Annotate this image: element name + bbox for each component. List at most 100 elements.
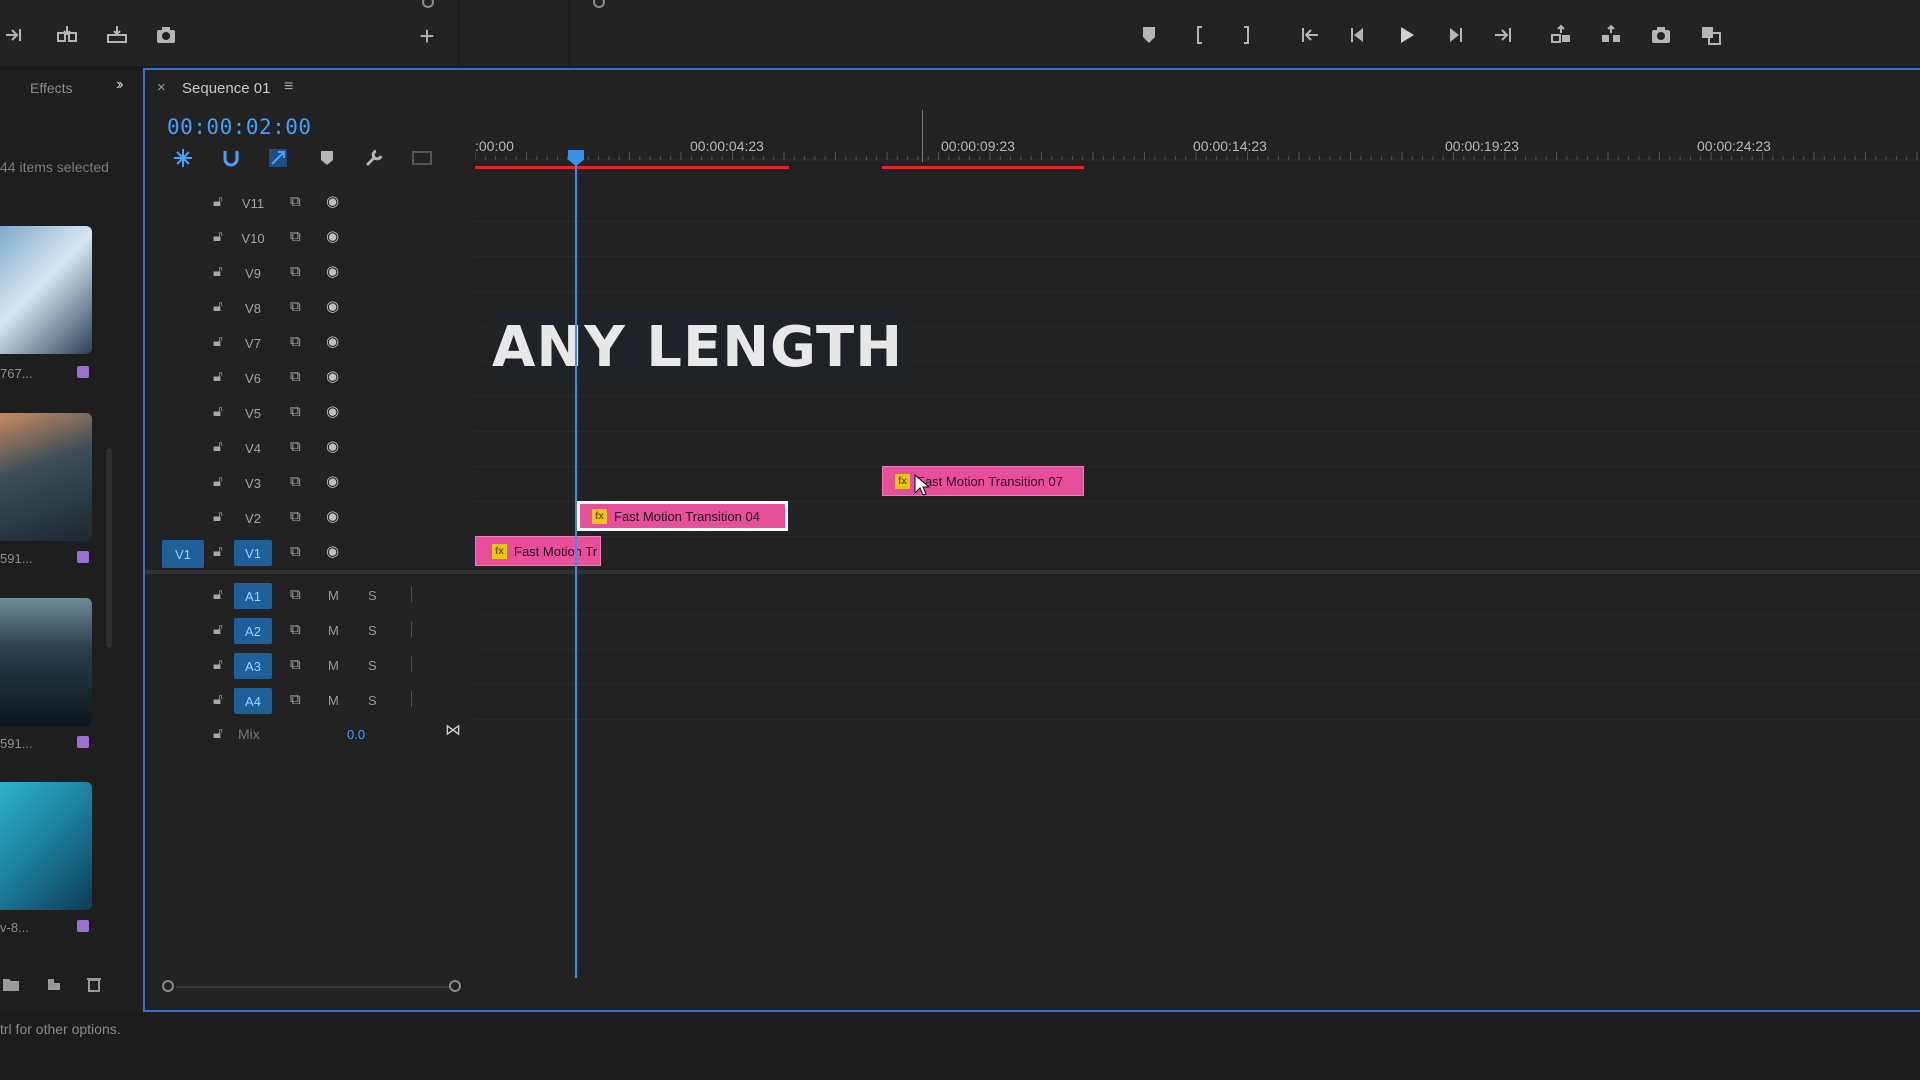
lift-icon[interactable] [1547,21,1575,49]
add-marker-icon[interactable] [314,145,340,171]
play-icon[interactable] [1392,21,1420,49]
sync-lock-icon[interactable]: ⧉ [290,438,301,455]
media-thumbnail[interactable] [0,413,92,541]
lock-icon[interactable]: 🔓︎ [213,193,223,210]
lock-icon[interactable]: 🔓︎ [213,403,223,420]
track-name-v7[interactable]: V7 [234,330,272,356]
sync-lock-icon[interactable]: ⧉ [290,333,301,350]
track-name-a3[interactable]: A3 [234,653,272,679]
sync-lock-icon[interactable]: ⧉ [290,228,301,245]
tab-sequence[interactable]: Sequence 01 [182,80,270,97]
tab-effects[interactable]: Effects [30,80,73,96]
nest-sequence-icon[interactable] [170,145,196,171]
mute-button[interactable]: M [328,588,339,603]
sync-lock-icon[interactable]: ⧉ [290,508,301,525]
zoom-handle-left[interactable] [162,980,174,992]
eye-icon[interactable]: ◉ [326,542,339,560]
track-name-a2[interactable]: A2 [234,618,272,644]
snap-icon[interactable] [218,145,244,171]
mic-icon[interactable]: │ [408,586,416,601]
lock-icon[interactable]: 🔓︎ [213,656,223,673]
eye-icon[interactable]: ◉ [326,402,339,420]
add-button-icon[interactable]: + [413,21,441,51]
close-tab-icon[interactable]: × [157,79,166,96]
go-to-in-icon[interactable] [1296,21,1324,49]
eye-icon[interactable]: ◉ [326,297,339,315]
clip-fast-motion-transition-07[interactable]: fx Fast Motion Transition 07 [882,466,1084,496]
lock-icon[interactable]: 🔓︎ [213,473,223,490]
playhead-line[interactable] [575,160,577,978]
sync-lock-icon[interactable]: ⧉ [290,586,301,603]
track-name-v11[interactable]: V11 [234,190,272,216]
track-name-v4[interactable]: V4 [234,435,272,461]
sync-lock-icon[interactable]: ⧉ [290,473,301,490]
eye-icon[interactable]: ◉ [326,192,339,210]
mix-toggle-icon[interactable]: ⋈ [445,720,461,740]
mic-icon[interactable]: │ [408,656,416,671]
track-name-v5[interactable]: V5 [234,400,272,426]
source-patch-v1[interactable]: V1 [162,540,204,568]
eye-icon[interactable]: ◉ [326,262,339,280]
lock-icon[interactable]: 🔓︎ [213,543,223,560]
eye-icon[interactable]: ◉ [326,367,339,385]
solo-button[interactable]: S [368,693,377,708]
track-name-v6[interactable]: V6 [234,365,272,391]
sync-lock-icon[interactable]: ⧉ [290,368,301,385]
lock-icon[interactable]: 🔓︎ [213,508,223,525]
program-scrub-knob[interactable] [593,0,605,8]
mute-button[interactable]: M [328,658,339,673]
playhead-timecode[interactable]: 00:00:02:00 [167,115,312,139]
go-to-out-point-icon[interactable] [1489,21,1517,49]
source-scrub-knob[interactable] [422,0,434,8]
linked-selection-icon[interactable] [265,145,291,171]
solo-button[interactable]: S [368,658,377,673]
wrench-icon[interactable] [361,145,387,171]
solo-button[interactable]: S [368,623,377,638]
mark-out-icon[interactable] [1232,21,1260,49]
lock-icon[interactable]: 🔓︎ [213,725,223,742]
solo-button[interactable]: S [368,588,377,603]
lock-icon[interactable]: 🔓︎ [213,586,223,603]
lock-icon[interactable]: 🔓︎ [213,438,223,455]
sync-lock-icon[interactable]: ⧉ [290,403,301,420]
track-name-v9[interactable]: V9 [234,260,272,286]
track-name-v1[interactable]: V1 [234,540,272,566]
media-thumbnail[interactable] [0,226,92,354]
eye-icon[interactable]: ◉ [326,332,339,350]
lock-icon[interactable]: 🔓︎ [213,368,223,385]
mic-icon[interactable]: │ [408,621,416,636]
zoom-handle-right[interactable] [449,980,461,992]
eye-icon[interactable]: ◉ [326,227,339,245]
lock-icon[interactable]: 🔓︎ [213,691,223,708]
export-frame-icon[interactable] [1647,21,1675,49]
mark-in-icon[interactable] [1186,21,1214,49]
zoom-scrollbar-track[interactable] [176,986,450,988]
mix-value[interactable]: 0.0 [347,727,365,742]
step-back-icon[interactable] [1344,21,1372,49]
lock-icon[interactable]: 🔓︎ [213,263,223,280]
sync-lock-icon[interactable]: ⧉ [290,691,301,708]
go-to-out-icon[interactable] [0,21,28,49]
clip-fast-motion-transition[interactable]: fx Fast Motion Tr [475,536,601,566]
lock-icon[interactable]: 🔓︎ [213,621,223,638]
track-name-v2[interactable]: V2 [234,505,272,531]
sync-lock-icon[interactable]: ⧉ [290,193,301,210]
project-scrollbar[interactable] [106,448,112,648]
sync-lock-icon[interactable]: ⧉ [290,656,301,673]
track-name-a1[interactable]: A1 [234,583,272,609]
mic-icon[interactable]: │ [408,691,416,706]
lock-icon[interactable]: 🔓︎ [213,228,223,245]
expand-panels-icon[interactable]: ›› [116,76,123,94]
overwrite-icon[interactable] [103,21,131,49]
lock-icon[interactable]: 🔓︎ [213,298,223,315]
captions-icon[interactable] [409,145,435,171]
track-name-v3[interactable]: V3 [234,470,272,496]
track-name-v10[interactable]: V10 [234,225,272,251]
new-bin-icon[interactable] [2,976,20,997]
eye-icon[interactable]: ◉ [326,472,339,490]
trash-icon[interactable] [86,976,102,997]
camera-icon[interactable] [152,21,180,49]
media-thumbnail[interactable] [0,598,92,726]
mute-button[interactable]: M [328,623,339,638]
media-thumbnail[interactable] [0,782,92,910]
